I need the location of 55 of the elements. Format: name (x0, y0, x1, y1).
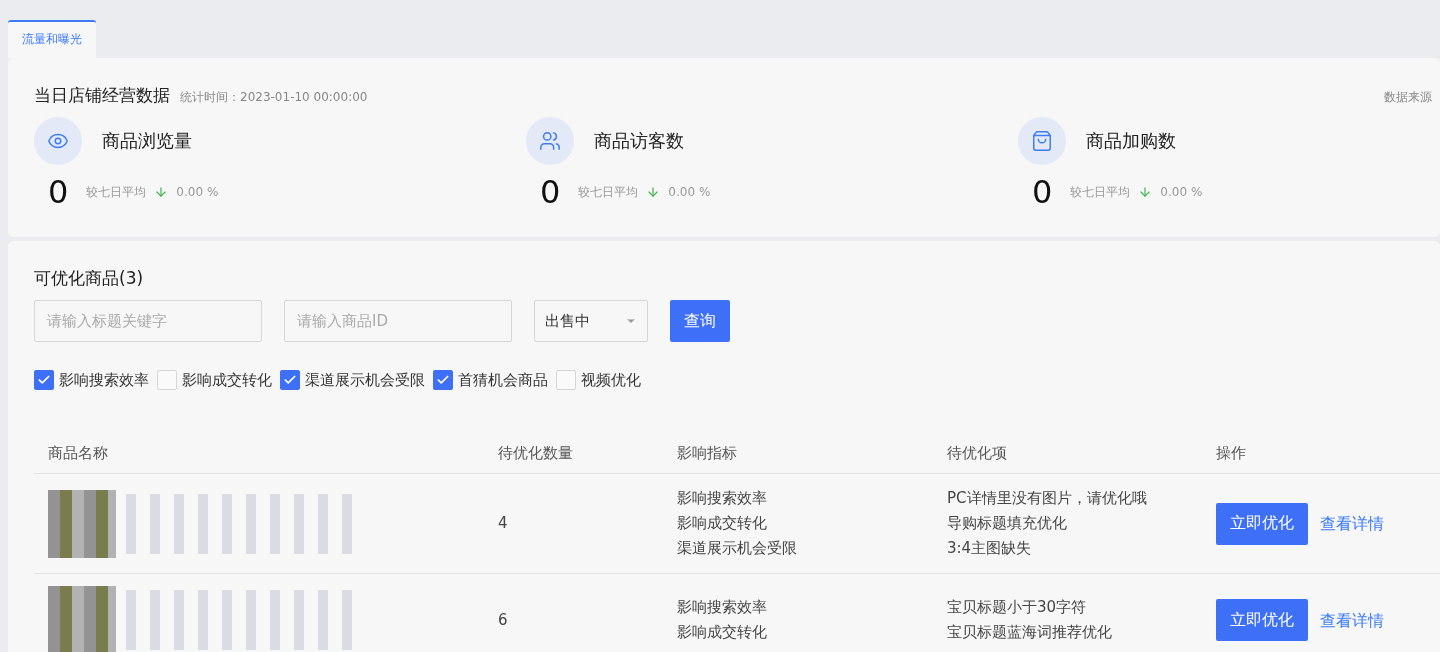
metric-label: 商品加购数 (1086, 129, 1176, 153)
filter-checkbox[interactable]: 渠道展示机会受限 (280, 370, 425, 390)
table-cell-text: 3:4主图缺失 (947, 538, 1033, 559)
table-cell-text: 宝贝标题小于30字符 (947, 597, 1088, 618)
column-header: 影响指标 (663, 444, 933, 474)
metric-label: 商品浏览量 (102, 129, 192, 153)
metric-value: 0 (540, 173, 561, 211)
details-link[interactable]: 查看详情 (1320, 607, 1384, 633)
metric-value: 0 (1032, 173, 1053, 211)
shopping-bag-icon (1018, 117, 1066, 165)
keyword-input[interactable]: 请输入标题关键字 (34, 300, 262, 342)
table-cell-text: 4 (498, 513, 509, 534)
pixelated-product-image (48, 489, 116, 558)
column-header: 商品名称 (34, 444, 484, 474)
table-cell-text: 影响搜索效率 (677, 597, 768, 618)
product-id-input[interactable]: 请输入商品ID (284, 300, 512, 342)
filter-checkbox[interactable]: 首猜机会商品 (433, 370, 548, 390)
metric-label: 商品访客数 (594, 129, 684, 153)
eye-icon (34, 117, 82, 165)
change-value: 0.00 % (176, 185, 219, 199)
metric-value: 0 (48, 173, 69, 211)
table-cell-text: 影响搜索效率 (677, 488, 768, 509)
filter-checkbox[interactable]: 影响搜索效率 (34, 370, 149, 390)
check-icon (283, 373, 297, 387)
query-button[interactable]: 查询 (670, 300, 730, 342)
compare-label: 较七日平均 (86, 183, 147, 201)
compare-label: 较七日平均 (1070, 183, 1131, 201)
compare-label: 较七日平均 (578, 183, 639, 201)
column-header: 待优化数量 (484, 444, 663, 474)
column-header: 操作 (1202, 444, 1440, 474)
filter-checkbox[interactable]: 视频优化 (556, 370, 641, 390)
pixelated-product-image (48, 586, 116, 652)
data-source-label: 数据来源 (1384, 89, 1432, 106)
optimize-button[interactable]: 立即优化 (1216, 502, 1308, 545)
table-cell-text: 导购标题填充优化 (947, 513, 1068, 534)
table-cell-text: 渠道展示机会受限 (677, 538, 798, 559)
filter-checkbox[interactable]: 影响成交转化 (157, 370, 272, 390)
optimize-button[interactable]: 立即优化 (1216, 599, 1308, 641)
stat-time: 统计时间：2023-01-10 00:00:00 (180, 89, 368, 106)
table-cell-text: 影响成交转化 (677, 513, 768, 534)
section-title: 当日店铺经营数据 (34, 84, 170, 107)
users-icon (526, 117, 574, 165)
status-select[interactable]: 出售中 (534, 300, 648, 342)
table-cell-text: 6 (498, 609, 509, 631)
table-cell-text: 影响成交转化 (677, 622, 768, 643)
table-cell-text: 宝贝标题蓝海词推荐优化 (947, 622, 1113, 643)
change-value: 0.00 % (1160, 185, 1203, 199)
change-value: 0.00 % (668, 185, 711, 199)
column-header: 待优化项 (933, 444, 1202, 474)
check-icon (436, 373, 450, 387)
table-cell-text: PC详情里没有图片，请优化哦 (947, 488, 1148, 509)
section-title: 可优化商品(3) (34, 268, 144, 288)
details-link[interactable]: 查看详情 (1320, 511, 1384, 536)
tab[interactable]: 流量和曝光 (8, 20, 96, 58)
check-icon (37, 373, 51, 387)
